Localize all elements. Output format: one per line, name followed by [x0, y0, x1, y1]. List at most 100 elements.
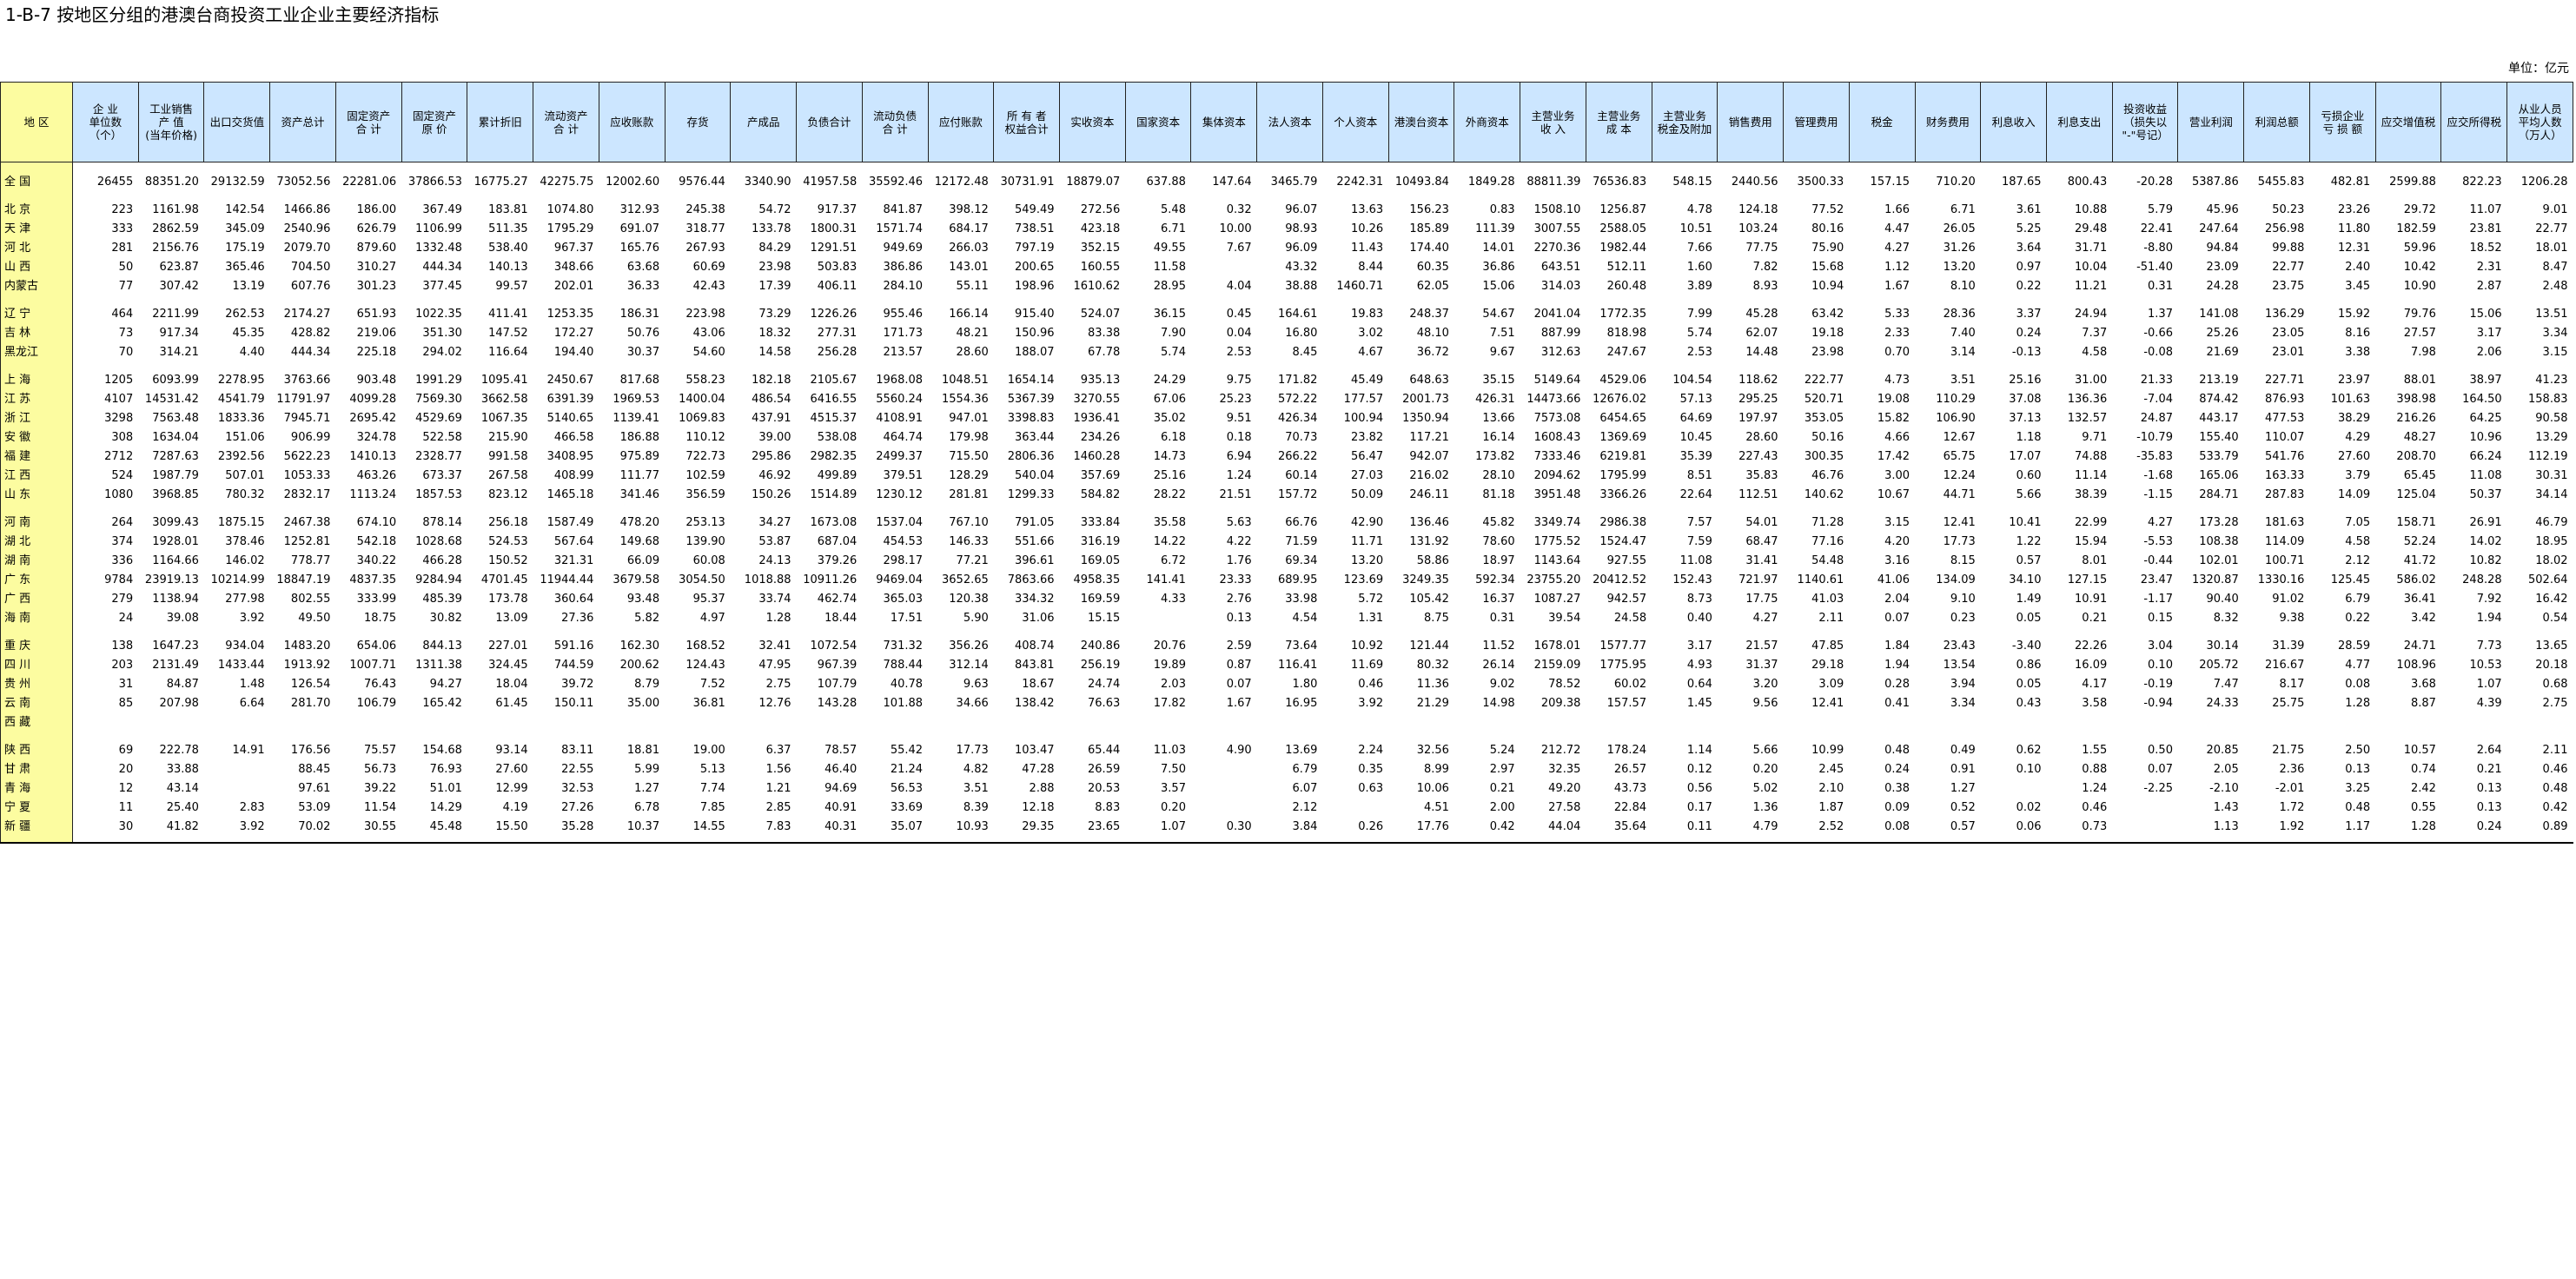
value-cell: 6.64	[239, 697, 265, 710]
value-cell: 28.22	[1153, 488, 1186, 501]
value-cell: 1140.61	[1797, 573, 1844, 586]
column-header: 流动资产 合 计	[533, 82, 599, 162]
value-cell: 14473.66	[1526, 393, 1581, 406]
value-cell: 102.01	[2199, 554, 2239, 567]
value-cell: 5.72	[1358, 593, 1384, 606]
value-cell: 35.00	[626, 697, 660, 710]
value-cell: 3.20	[1752, 678, 1778, 691]
value-cell: 398.98	[2396, 393, 2436, 406]
value-cell: 0.15	[2148, 612, 2173, 625]
value-cell: 1483.20	[283, 640, 331, 653]
value-cell: 23.05	[2272, 327, 2305, 340]
value-cell: 10.93	[956, 820, 989, 833]
region-name: 宁 夏	[0, 799, 73, 818]
value-cell: 38.97	[2469, 374, 2502, 387]
value-cell: 7.92	[2476, 593, 2502, 606]
value-cell: 0.21	[2476, 763, 2502, 776]
region-name: 吉 林	[0, 324, 73, 343]
value-cell: 710.20	[1936, 176, 1976, 189]
value-cell: 246.11	[1409, 488, 1449, 501]
value-cell: 25.26	[2206, 327, 2239, 340]
value-cell	[1652, 713, 1718, 732]
value-cell: 1230.12	[876, 488, 924, 501]
value-cell: 352.15	[1080, 242, 1121, 255]
value-cell: 1514.89	[810, 488, 858, 501]
value-cell: 8.73	[1686, 593, 1712, 606]
value-cell: 0.73	[2082, 820, 2108, 833]
value-cell: 3.68	[2410, 678, 2436, 691]
value-cell: 165.42	[422, 697, 462, 710]
value-cell: 0.30	[1226, 820, 1252, 833]
value-cell: 222.77	[1804, 374, 1844, 387]
value-cell: 8.39	[963, 801, 989, 814]
value-cell: 43.06	[692, 327, 725, 340]
value-cell: 592.34	[1475, 573, 1515, 586]
value-cell: 7.52	[699, 678, 725, 691]
value-cell: 26.05	[1943, 222, 1976, 235]
value-cell: 1.21	[765, 782, 791, 795]
value-cell: 0.91	[1950, 763, 1976, 776]
value-cell: 2.05	[2213, 763, 2239, 776]
value-cell: 2986.38	[1599, 516, 1647, 529]
value-cell: 25.16	[1153, 469, 1186, 482]
value-cell: 213.19	[2199, 374, 2239, 387]
value-cell: 13.29	[2535, 431, 2568, 444]
value-cell: 3.61	[2016, 203, 2042, 216]
value-cell: 955.46	[883, 308, 924, 321]
value-cell: 363.44	[1015, 431, 1055, 444]
value-cell: 11.03	[1153, 744, 1186, 757]
value-cell: -35.83	[2136, 450, 2173, 463]
value-cell: 0.07	[2148, 763, 2173, 776]
value-cell: -10.79	[2136, 431, 2173, 444]
value-cell: 70	[118, 346, 134, 359]
value-cell: 27.26	[561, 801, 594, 814]
table-row: 青 海 12 43.14 97.61 39.22 51.01 12.99 32.53 1.27 7…	[0, 779, 2573, 799]
value-cell: 0.05	[2016, 612, 2042, 625]
value-cell: 4529.69	[415, 412, 462, 425]
value-cell: 426.31	[1475, 393, 1515, 406]
column-header: 集体资本	[1190, 82, 1258, 162]
value-cell: 281.81	[949, 488, 989, 501]
region-name: 河 南	[0, 514, 73, 533]
value-cell: 14.58	[758, 346, 791, 359]
value-cell: 3.16	[1884, 554, 1910, 567]
value-cell: 1508.10	[1533, 203, 1581, 216]
value-cell: 14.91	[232, 744, 265, 757]
value-cell	[1191, 258, 1257, 277]
value-cell: 73.64	[1285, 640, 1318, 653]
value-cell: 101.63	[2330, 393, 2371, 406]
value-cell: 1.48	[239, 678, 265, 691]
value-cell: 486.54	[752, 393, 791, 406]
value-cell: 99.57	[495, 280, 528, 293]
value-cell: 2.53	[1226, 346, 1252, 359]
value-cell: 7.51	[1489, 327, 1515, 340]
value-cell: 1571.74	[876, 222, 924, 235]
table-row: 陕 西 69 222.78 14.91 176.56 75.57 154.68 93.14 83…	[0, 741, 2573, 760]
value-cell: 324.45	[488, 659, 528, 672]
value-cell: 22.41	[2140, 222, 2173, 235]
value-cell: 2211.99	[152, 308, 199, 321]
value-cell: 478.20	[619, 516, 660, 529]
value-cell	[1257, 713, 1323, 732]
value-cell: 76.63	[1088, 697, 1121, 710]
value-cell: 7.66	[1686, 242, 1712, 255]
region-cell-empty	[0, 628, 73, 637]
value-cell: 90.58	[2535, 412, 2568, 425]
value-cell: 35.83	[1745, 469, 1778, 482]
value-cell: 134.09	[1936, 573, 1976, 586]
value-cell: 150.96	[1015, 327, 1055, 340]
table-row: 河 南 264 3099.43 1875.15 2467.38 674.10 878.14 2…	[0, 514, 2573, 533]
table-row: 安 徽 308 1634.04 151.06 906.99 324.78 522.58 215…	[0, 428, 2573, 447]
value-cell	[2112, 799, 2178, 818]
value-cell: 874.42	[2199, 393, 2239, 406]
value-cell: 34.14	[2535, 488, 2568, 501]
value-cell: 30.55	[363, 820, 397, 833]
value-cell: 2.85	[765, 801, 791, 814]
value-cell: 466.58	[553, 431, 594, 444]
value-cell: 10.92	[1350, 640, 1384, 653]
value-cell: 83.38	[1088, 327, 1121, 340]
value-cell: 14.02	[2469, 535, 2502, 548]
value-cell: 112.51	[1738, 488, 1778, 501]
value-cell: 300.35	[1804, 450, 1844, 463]
value-cell: 351.30	[422, 327, 462, 340]
